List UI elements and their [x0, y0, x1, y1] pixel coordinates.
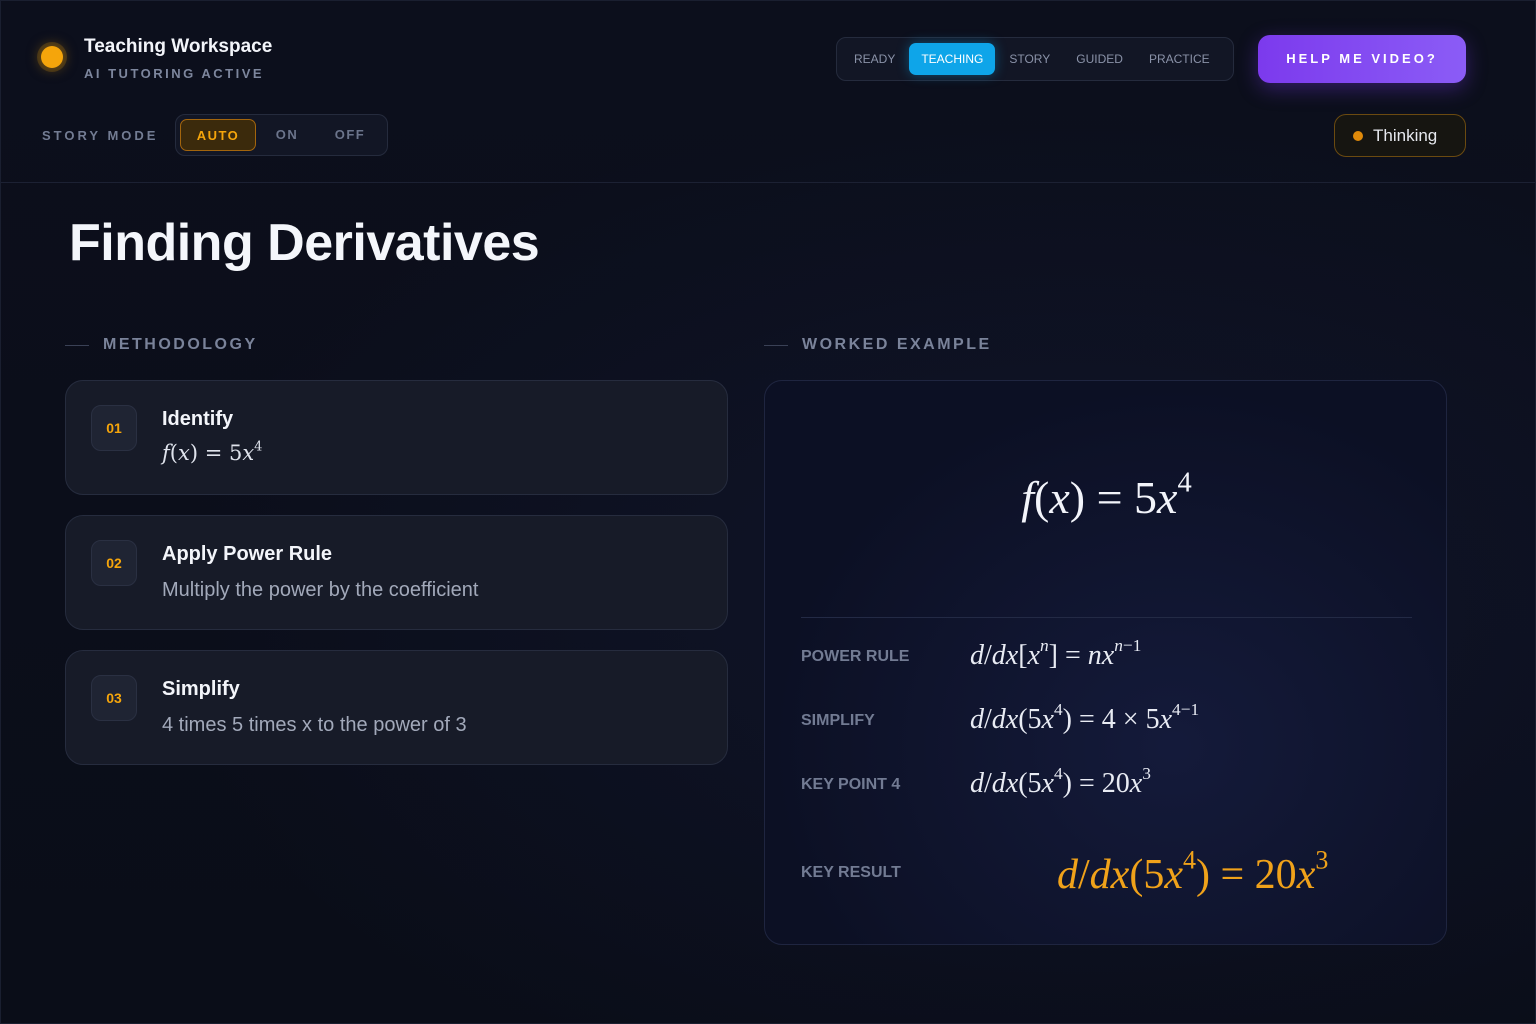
- methodology-heading-text: METHODOLOGY: [103, 336, 258, 353]
- step-title: Apply Power Rule: [162, 543, 333, 565]
- worked-example-heading-text: WORKED EXAMPLE: [802, 336, 992, 353]
- story-mode-auto[interactable]: AUTO: [180, 119, 256, 151]
- divider: [801, 617, 1412, 618]
- step-number: 02: [91, 540, 137, 586]
- status-indicator-icon: [41, 46, 63, 68]
- worked-example-heading: WORKED EXAMPLE: [764, 336, 992, 354]
- app-title: Teaching Workspace: [84, 36, 273, 57]
- tab-guided[interactable]: GUIDED: [1064, 43, 1135, 75]
- step-description: Multiply the power by the coefficient: [162, 579, 479, 601]
- tab-ready[interactable]: READY: [842, 43, 907, 75]
- header: Teaching Workspace AI TUTORING ACTIVE RE…: [1, 1, 1535, 183]
- tab-practice[interactable]: PRACTICE: [1137, 43, 1222, 75]
- help-me-video-button[interactable]: HELP ME VIDEO?: [1258, 35, 1466, 83]
- row-label-power-rule: POWER RULE: [801, 648, 910, 665]
- status-badge: Thinking: [1334, 114, 1466, 157]
- tab-teaching[interactable]: TEACHING: [909, 43, 996, 75]
- page-title: Finding Derivatives: [69, 214, 540, 272]
- teaching-workspace-app: Teaching Workspace AI TUTORING ACTIVE RE…: [0, 0, 1536, 1024]
- tab-story[interactable]: STORY: [997, 43, 1062, 75]
- row-label-simplify: SIMPLIFY: [801, 712, 875, 729]
- step-number: 01: [91, 405, 137, 451]
- methodology-heading: METHODOLOGY: [65, 336, 258, 354]
- step-card-identify[interactable]: 01 Identify f(x) = 5x4: [65, 380, 728, 495]
- heading-rule: [764, 344, 788, 346]
- mode-tabs: READY TEACHING STORY GUIDED PRACTICE: [836, 37, 1234, 81]
- worked-example-card: f(x) = 5x4 POWER RULE d/dx[xn] = nxn−1 S…: [764, 380, 1447, 945]
- row-label-key-point: KEY POINT 4: [801, 776, 901, 793]
- thinking-dot-icon: [1353, 130, 1363, 141]
- story-mode-on[interactable]: ON: [256, 119, 318, 151]
- heading-rule: [65, 344, 89, 346]
- app-subtitle: AI TUTORING ACTIVE: [84, 66, 265, 81]
- example-main-expression: f(x) = 5x4: [1021, 467, 1192, 523]
- step-title: Identify: [162, 408, 234, 430]
- step-title: Simplify: [162, 678, 240, 700]
- story-mode-toggle: AUTO ON OFF: [175, 114, 388, 156]
- step-description: 4 times 5 times x to the power of 3: [162, 714, 467, 736]
- key-point-formula: d/dx(5x4) = 20x3: [970, 763, 1151, 799]
- key-result-formula: d/dx(5x4) = 20x3: [1057, 845, 1329, 898]
- step-card-simplify[interactable]: 03 Simplify 4 times 5 times x to the pow…: [65, 650, 728, 765]
- row-label-key-result: KEY RESULT: [801, 864, 901, 881]
- status-text: Thinking: [1373, 125, 1438, 145]
- simplify-formula: d/dx(5x4) = 4 × 5x4−1: [970, 699, 1200, 735]
- step-card-apply-power-rule[interactable]: 02 Apply Power Rule Multiply the power b…: [65, 515, 728, 630]
- step-formula: f(x) = 5x4: [162, 439, 263, 465]
- story-mode-off[interactable]: OFF: [318, 119, 382, 151]
- story-mode-label: STORY MODE: [42, 128, 159, 143]
- power-rule-formula: d/dx[xn] = nxn−1: [970, 635, 1142, 671]
- step-number: 03: [91, 675, 137, 721]
